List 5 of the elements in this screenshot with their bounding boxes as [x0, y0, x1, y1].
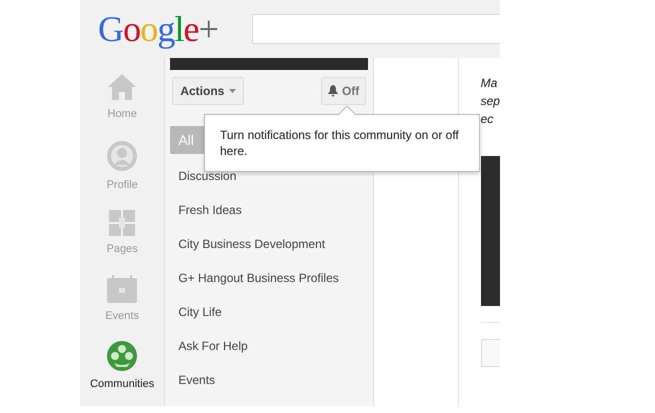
- tooltip-text: Turn notifications for this community on or off here.: [220, 128, 459, 158]
- post-text: ec: [480, 111, 494, 128]
- post-text: Ma: [480, 75, 498, 92]
- google-plus-logo: Google+: [98, 11, 218, 47]
- post-text: sep: [480, 93, 500, 110]
